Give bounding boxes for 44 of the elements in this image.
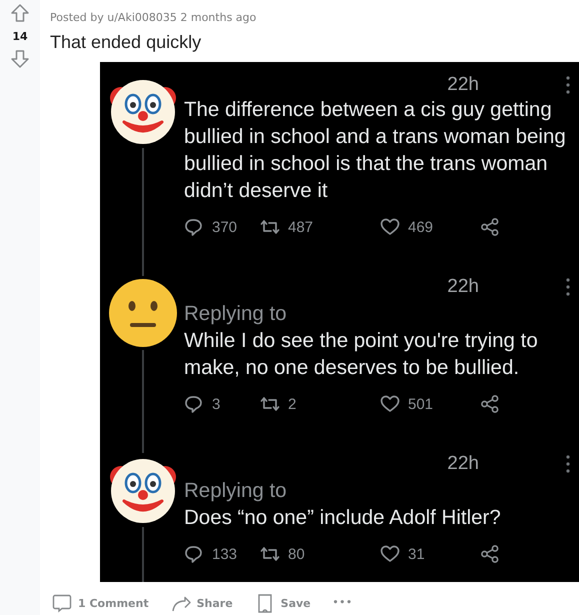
- like-count: 469: [408, 218, 434, 236]
- like-icon[interactable]: [380, 217, 400, 237]
- retweet-count: 2: [288, 396, 296, 412]
- more-options-icon[interactable]: [565, 75, 571, 95]
- like-count: 31: [408, 546, 425, 562]
- tweet-time: 22h: [447, 74, 479, 96]
- comment-button[interactable]: 1 Comment: [50, 591, 151, 615]
- comment-icon[interactable]: [52, 593, 72, 613]
- reply-count: 370: [212, 218, 238, 236]
- save-button[interactable]: Save: [252, 591, 313, 615]
- more-button[interactable]: •••: [330, 596, 355, 610]
- downvote-icon[interactable]: [10, 49, 30, 69]
- retweet-icon[interactable]: [260, 217, 280, 237]
- reply-icon[interactable]: [184, 394, 204, 414]
- share-icon[interactable]: [480, 394, 500, 414]
- reply-icon[interactable]: [184, 544, 204, 564]
- retweet-icon[interactable]: [260, 394, 280, 414]
- tweet-time: 22h: [447, 276, 479, 298]
- share-icon[interactable]: [480, 544, 500, 564]
- like-icon[interactable]: [380, 544, 400, 564]
- neutral-face-avatar-icon: [106, 276, 180, 350]
- tweet-text: While I do see the point you're trying to make, no one deserves to be bullied.: [184, 328, 539, 381]
- tweet-text: Does “no one” include Adolf Hitler?: [184, 505, 502, 531]
- share-button[interactable]: Share: [168, 591, 235, 615]
- replying-to-label: Replying to: [184, 301, 288, 327]
- post-title: That ended quickly: [50, 31, 202, 53]
- like-icon[interactable]: [380, 394, 400, 414]
- vote-score: 14: [12, 30, 28, 43]
- tweet-time: 22h: [447, 453, 479, 475]
- post-byline: Posted by u/Aki008035 2 months ago: [50, 11, 258, 25]
- retweet-icon[interactable]: [260, 544, 280, 564]
- thread-line: [142, 527, 144, 582]
- upvote-icon[interactable]: [10, 3, 30, 23]
- like-count: 501: [408, 396, 434, 412]
- more-options-icon[interactable]: [565, 454, 571, 474]
- reply-icon[interactable]: [184, 217, 204, 237]
- tweet-text: The difference between a cis guy getting bullied in school and a trans woman being bullied in school is that the trans woman didn’t deserve it: [184, 97, 567, 204]
- reply-count: 133: [212, 546, 238, 562]
- share-icon[interactable]: [480, 217, 500, 237]
- retweet-count: 487: [288, 218, 314, 236]
- retweet-count: 80: [288, 546, 305, 562]
- reply-count: 3: [212, 396, 220, 412]
- more-options-icon[interactable]: [565, 277, 571, 297]
- replying-to-label: Replying to: [184, 478, 288, 504]
